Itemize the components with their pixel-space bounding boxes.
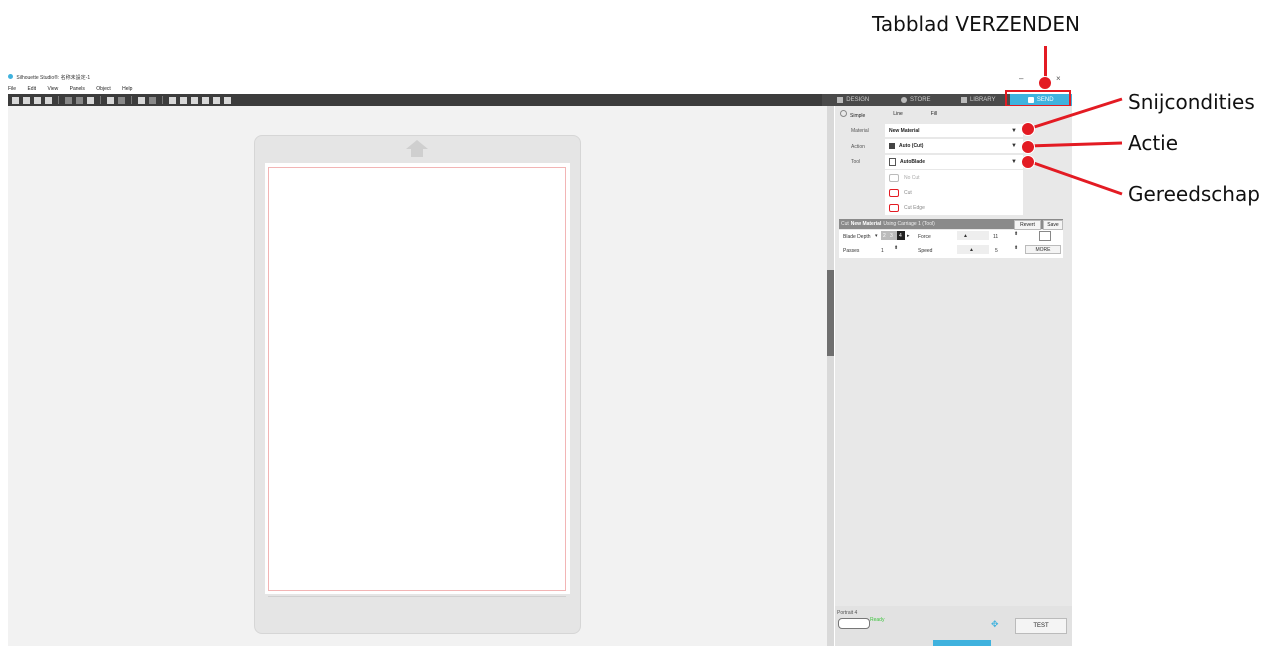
- leader-line-action: [1027, 141, 1123, 148]
- annotation-dot: [1021, 122, 1035, 136]
- leader-line-tool: [1027, 159, 1123, 196]
- annotation-leaders: [1027, 97, 1123, 196]
- annotation-dot: [1021, 155, 1035, 169]
- leader-line-cut-conditions: [1027, 97, 1123, 131]
- annotation-dot: [1021, 140, 1035, 154]
